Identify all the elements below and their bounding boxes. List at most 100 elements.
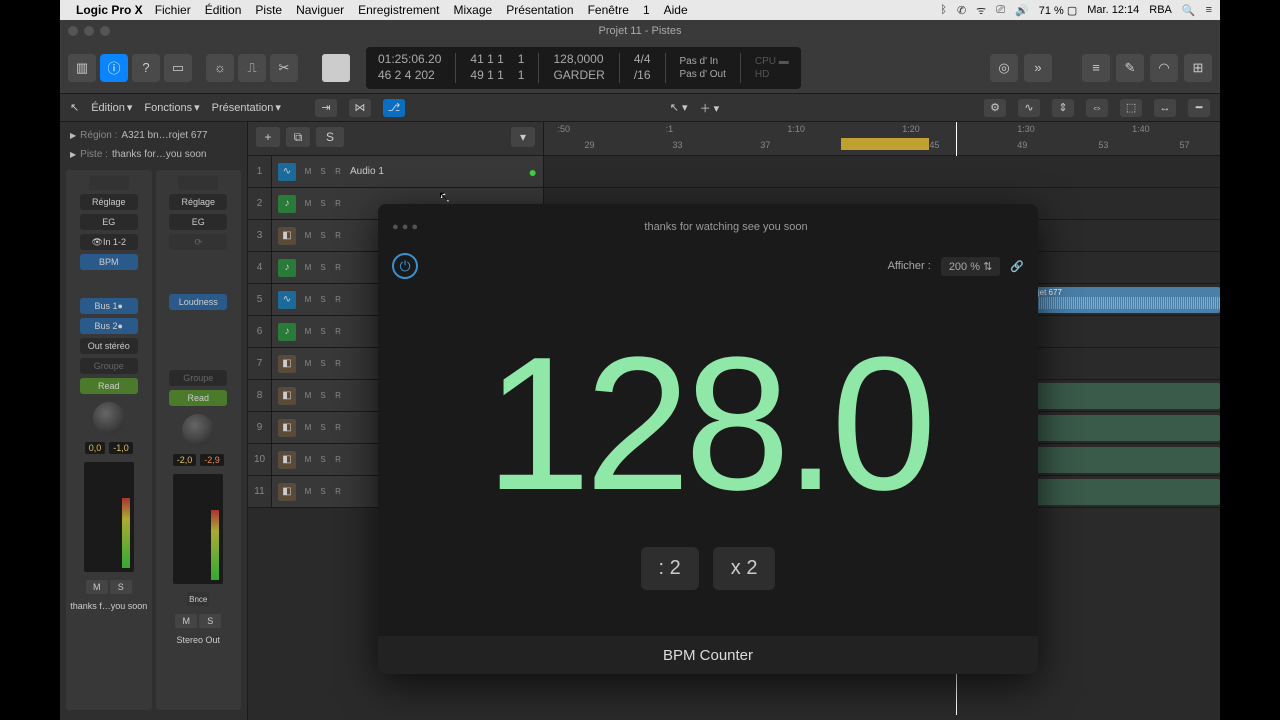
- track-record[interactable]: R: [332, 262, 344, 274]
- track-solo[interactable]: S: [317, 166, 329, 178]
- traffic-lights[interactable]: [68, 26, 110, 36]
- track-mute[interactable]: M: [302, 486, 314, 498]
- track-header[interactable]: ∿ MSR Audio 1 ●: [272, 156, 544, 187]
- track-mute[interactable]: M: [302, 358, 314, 370]
- gear-button[interactable]: ⚙: [984, 99, 1006, 117]
- track-solo[interactable]: S: [317, 390, 329, 402]
- list-editors-button[interactable]: ≡: [1082, 54, 1110, 82]
- drag-button[interactable]: ↔: [1154, 99, 1176, 117]
- solo-button[interactable]: S: [110, 580, 132, 594]
- mute-button[interactable]: M: [175, 614, 197, 628]
- track-lane[interactable]: [544, 156, 1220, 187]
- menu-aide[interactable]: Aide: [664, 3, 688, 17]
- menu-piste[interactable]: Piste: [255, 3, 282, 17]
- bluetooth-icon[interactable]: ᛒ: [940, 4, 947, 16]
- editors-button[interactable]: ✂: [270, 54, 298, 82]
- setting-slot[interactable]: Réglage: [169, 194, 227, 210]
- clock[interactable]: Mar. 12:14: [1087, 4, 1139, 16]
- volume-fader[interactable]: [84, 462, 134, 572]
- snap-button[interactable]: ⬚: [1120, 99, 1142, 117]
- pointer-tool-icon[interactable]: ↖: [70, 101, 79, 114]
- add-track-button[interactable]: +: [256, 127, 280, 147]
- vertical-zoom-button[interactable]: ⇕: [1052, 99, 1074, 117]
- track-record[interactable]: R: [332, 454, 344, 466]
- solo-button[interactable]: S: [199, 614, 221, 628]
- track-mute[interactable]: M: [302, 230, 314, 242]
- bus1-send-slot[interactable]: Bus 1 ●: [80, 298, 138, 314]
- bpm-half-button[interactable]: : 2: [641, 547, 699, 590]
- menu-edition[interactable]: Édition: [205, 3, 242, 17]
- plugin-power-button[interactable]: ⏻: [392, 253, 418, 279]
- phone-icon[interactable]: ✆: [957, 4, 966, 17]
- inspector-button[interactable]: ⓘ: [100, 54, 128, 82]
- automation-mode[interactable]: Read: [80, 378, 138, 394]
- menu-1[interactable]: 1: [643, 3, 650, 17]
- track-record[interactable]: R: [332, 230, 344, 242]
- automation-mode[interactable]: Read: [169, 390, 227, 406]
- menu-fichier[interactable]: Fichier: [155, 3, 191, 17]
- bpm-insert-slot[interactable]: BPM: [80, 254, 138, 270]
- plugin-zoom-select[interactable]: 200 % ⇅: [941, 257, 1000, 276]
- user-name[interactable]: RBA: [1149, 4, 1172, 16]
- loops-button[interactable]: ◠: [1150, 54, 1178, 82]
- app-name[interactable]: Logic Pro X: [76, 3, 143, 17]
- menu-naviguer[interactable]: Naviguer: [296, 3, 344, 17]
- group-slot[interactable]: Groupe: [80, 358, 138, 374]
- eq-slot[interactable]: EG: [80, 214, 138, 230]
- track-record[interactable]: R: [332, 198, 344, 210]
- volume-fader[interactable]: [173, 474, 223, 584]
- output-slot[interactable]: Out stéréo: [80, 338, 138, 354]
- notes-button[interactable]: ✎: [1116, 54, 1144, 82]
- toolbar-button[interactable]: ▭: [164, 54, 192, 82]
- waveform-zoom-button[interactable]: ∿: [1018, 99, 1040, 117]
- pan-knob[interactable]: [182, 414, 214, 446]
- track-record[interactable]: R: [332, 326, 344, 338]
- track-record[interactable]: R: [332, 166, 344, 178]
- track-solo[interactable]: S: [317, 294, 329, 306]
- track-solo[interactable]: S: [317, 358, 329, 370]
- bpm-double-button[interactable]: x 2: [713, 547, 776, 590]
- edit-menu[interactable]: Édition ▾: [91, 101, 132, 114]
- help-button[interactable]: ?: [132, 54, 160, 82]
- plugin-traffic-icon[interactable]: ● ● ●: [392, 221, 418, 233]
- track-mute[interactable]: M: [302, 198, 314, 210]
- inspector-region-row[interactable]: ▶Région : A321 bn…rojet 677: [60, 126, 247, 145]
- setting-slot[interactable]: Réglage: [80, 194, 138, 210]
- bus2-send-slot[interactable]: Bus 2 ●: [80, 318, 138, 334]
- add-tool[interactable]: ＋ ▾: [700, 100, 720, 116]
- automation-button[interactable]: ⎇: [383, 99, 405, 117]
- menu-enregistrement[interactable]: Enregistrement: [358, 3, 439, 17]
- link-button[interactable]: ⋈: [349, 99, 371, 117]
- cycle-region[interactable]: [841, 138, 929, 150]
- track-solo[interactable]: S: [317, 198, 329, 210]
- track-row[interactable]: 1 ∿ MSR Audio 1 ●: [248, 156, 1220, 188]
- stop-button[interactable]: [322, 54, 350, 82]
- control-icon[interactable]: ⎚: [996, 4, 1005, 17]
- track-mute[interactable]: M: [302, 422, 314, 434]
- track-solo[interactable]: S: [317, 262, 329, 274]
- pointer-tool[interactable]: ↖ ▾: [670, 101, 688, 114]
- functions-menu[interactable]: Fonctions ▾: [144, 101, 199, 114]
- wifi-icon[interactable]: ᯤ: [976, 3, 986, 18]
- track-solo[interactable]: S: [317, 486, 329, 498]
- track-mute[interactable]: M: [302, 454, 314, 466]
- library-button[interactable]: ▥: [68, 54, 96, 82]
- track-mute[interactable]: M: [302, 262, 314, 274]
- track-record[interactable]: R: [332, 358, 344, 370]
- browser-button[interactable]: ⊞: [1184, 54, 1212, 82]
- mixer-button[interactable]: ⎍: [238, 54, 266, 82]
- eq-slot[interactable]: EG: [169, 214, 227, 230]
- plugin-link-icon[interactable]: 🔗: [1010, 260, 1024, 273]
- horizontal-zoom-button[interactable]: ⇔: [1086, 99, 1108, 117]
- zoom-slider[interactable]: ━: [1188, 99, 1210, 117]
- track-record[interactable]: R: [332, 390, 344, 402]
- ruler[interactable]: + ⧉ S ▾ :50 :1 1:10 1:20 1:30 1:40 29 33…: [248, 122, 1220, 156]
- catch-button[interactable]: ⇥: [315, 99, 337, 117]
- mute-button[interactable]: M: [86, 580, 108, 594]
- track-filter-button[interactable]: ▾: [511, 127, 535, 147]
- track-solo[interactable]: S: [317, 230, 329, 242]
- presentation-menu[interactable]: Présentation ▾: [212, 101, 281, 114]
- bounce-button[interactable]: Bnce: [187, 592, 209, 606]
- inspector-piste-row[interactable]: ▶Piste : thanks for…you soon: [60, 145, 247, 164]
- smart-controls-button[interactable]: ☼: [206, 54, 234, 82]
